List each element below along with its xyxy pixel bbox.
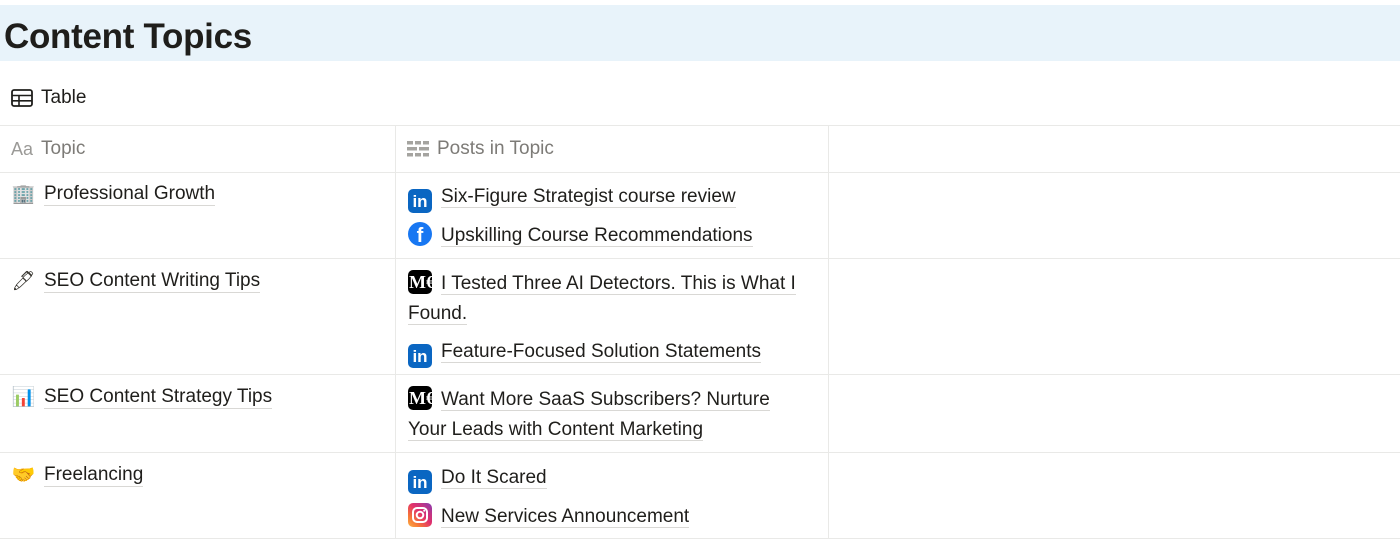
topic-cell[interactable]: 🖊 SEO Content Writing Tips	[0, 259, 396, 374]
empty-cell	[829, 375, 1400, 452]
column-header-posts[interactable]: Posts in Topic	[396, 126, 829, 172]
medium-icon: M€	[408, 386, 432, 410]
text-property-icon: Aa	[11, 138, 34, 159]
posts-list: in Do It Scared New Services Announcement	[408, 463, 808, 540]
topic-title[interactable]: Professional Growth	[44, 183, 216, 206]
topic-page-link[interactable]: 📊 SEO Content Strategy Tips	[11, 385, 273, 409]
empty-column	[829, 126, 1400, 172]
post-title[interactable]: Feature-Focused Solution Statements	[441, 341, 762, 363]
table-row: 🏢 Professional Growth in Six-Figure Strateg…	[0, 172, 1400, 259]
instagram-icon	[408, 503, 432, 527]
post-link[interactable]: M€ I Tested Three AI Detectors. This is W…	[408, 269, 808, 329]
table-header-row: Aa Topic Posts in Topic	[0, 125, 1400, 173]
empty-cell	[829, 259, 1400, 374]
topic-title[interactable]: Freelancing	[44, 464, 144, 487]
view-tab-label: Table	[41, 87, 87, 108]
page-title-bar: Content Topics	[0, 5, 1400, 61]
post-title[interactable]: Six-Figure Strategist course review	[441, 186, 736, 208]
column-header-topic[interactable]: Aa Topic	[0, 126, 396, 172]
post-link[interactable]: in Do It Scared	[408, 463, 808, 494]
page-title: Content Topics	[4, 17, 252, 56]
post-link[interactable]: in Six-Figure Strategist course review	[408, 182, 808, 213]
post-title[interactable]: New Services Announcement	[441, 506, 690, 528]
posts-list: M€ I Tested Three AI Detectors. This is W…	[408, 269, 808, 376]
pen-icon: 🖊	[11, 271, 36, 292]
empty-cell	[829, 453, 1400, 538]
post-title[interactable]: I Tested Three AI Detectors. This is Wha…	[408, 273, 796, 325]
topic-cell[interactable]: 🤝 Freelancing	[0, 453, 396, 538]
handshake-icon: 🤝	[11, 465, 36, 486]
posts-list: M€ Want More SaaS Subscribers? Nurture Yo…	[408, 385, 808, 453]
linkedin-icon: in	[408, 470, 432, 494]
post-link[interactable]: M€ Want More SaaS Subscribers? Nurture Yo…	[408, 385, 808, 445]
linkedin-icon: in	[408, 189, 432, 213]
posts-cell[interactable]: M€ Want More SaaS Subscribers? Nurture Yo…	[396, 375, 829, 452]
office-building-icon: 🏢	[11, 184, 36, 205]
linkedin-icon: in	[408, 344, 432, 368]
posts-cell[interactable]: in Do It Scared New Services Announcement	[396, 453, 829, 538]
table-row: 📊 SEO Content Strategy Tips M€ Want More Sa…	[0, 375, 1400, 453]
table-row: 🤝 Freelancing in Do It Scared New Services A…	[0, 453, 1400, 539]
topic-cell[interactable]: 🏢 Professional Growth	[0, 172, 396, 258]
post-title[interactable]: Want More SaaS Subscribers? Nurture Your…	[408, 389, 770, 441]
column-header-label: Posts in Topic	[437, 138, 554, 159]
topic-cell[interactable]: 📊 SEO Content Strategy Tips	[0, 375, 396, 452]
topic-page-link[interactable]: 🤝 Freelancing	[11, 463, 144, 487]
topic-title[interactable]: SEO Content Strategy Tips	[44, 386, 273, 409]
post-link[interactable]: New Services Announcement	[408, 502, 808, 532]
post-title[interactable]: Do It Scared	[441, 467, 547, 489]
bar-chart-icon: 📊	[11, 387, 36, 408]
view-tab-table[interactable]: Table	[11, 86, 86, 110]
post-title[interactable]: Upskilling Course Recommendations	[441, 225, 753, 247]
facebook-icon: f	[408, 222, 432, 246]
relation-property-icon	[407, 141, 429, 157]
medium-icon: M€	[408, 270, 432, 294]
post-link[interactable]: in Feature-Focused Solution Statements	[408, 337, 808, 368]
empty-cell	[829, 172, 1400, 258]
posts-cell[interactable]: M€ I Tested Three AI Detectors. This is W…	[396, 259, 829, 374]
posts-list: in Six-Figure Strategist course review f Up…	[408, 182, 808, 259]
post-link[interactable]: f Upskilling Course Recommendations	[408, 221, 808, 251]
posts-cell[interactable]: in Six-Figure Strategist course review f Up…	[396, 172, 829, 258]
topic-page-link[interactable]: 🏢 Professional Growth	[11, 182, 216, 206]
topic-title[interactable]: SEO Content Writing Tips	[44, 270, 261, 293]
topic-page-link[interactable]: 🖊 SEO Content Writing Tips	[11, 269, 261, 293]
table-row: 🖊 SEO Content Writing Tips M€ I Tested Thre…	[0, 259, 1400, 375]
column-header-label: Topic	[41, 138, 86, 159]
table-icon	[11, 89, 33, 107]
